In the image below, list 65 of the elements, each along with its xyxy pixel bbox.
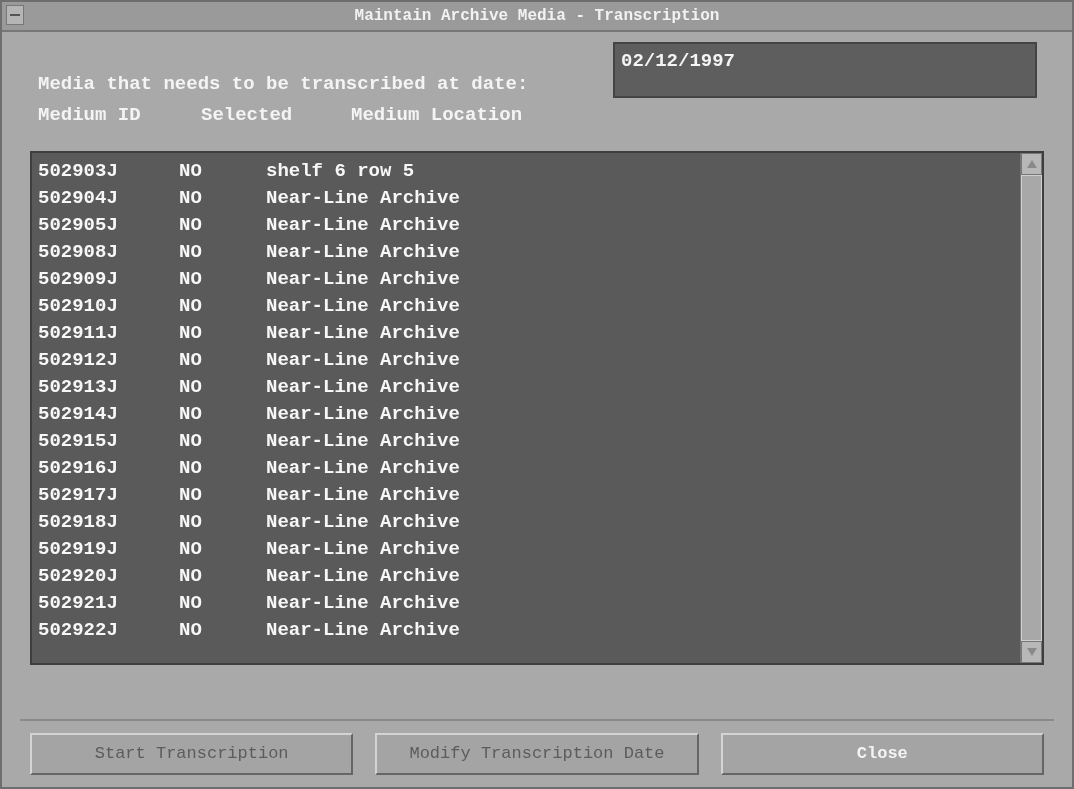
table-cell-text: 502918J [38, 510, 119, 536]
table-cell-text: 502914J [38, 402, 119, 428]
table-cell-text: 502905J [38, 213, 119, 239]
scroll-down-icon[interactable] [1021, 641, 1042, 663]
column-header: Medium ID [38, 102, 142, 128]
table-cell-text: Near-Line Archive [266, 591, 461, 617]
table-cell-text: 502917J [38, 483, 119, 509]
table-cell-text: Near-Line Archive [266, 618, 461, 644]
table-cell-text: NO [179, 159, 203, 185]
table-cell-text: NO [179, 294, 203, 320]
dash-icon [10, 14, 20, 16]
table-cell-text: NO [179, 591, 203, 617]
table-cell-text: 502922J [38, 618, 119, 644]
table-cell-text: 502919J [38, 537, 119, 563]
table-cell-text: 502911J [38, 321, 119, 347]
table-cell-text: NO [179, 240, 203, 266]
table-cell-text: Near-Line Archive [266, 240, 461, 266]
table-cell-text: NO [179, 429, 203, 455]
date-prompt: Media that needs to be transcribed at date: [38, 72, 530, 97]
table-cell-text: NO [179, 321, 203, 347]
table-cell-text: NO [179, 510, 203, 536]
table-cell-text: Near-Line Archive [266, 375, 461, 401]
table-cell-text: NO [179, 267, 203, 293]
table-cell-text: NO [179, 537, 203, 563]
table-cell-text: 502910J [38, 294, 119, 320]
table-cell-text: NO [179, 564, 203, 590]
table-cell-text: 502909J [38, 267, 119, 293]
table-cell-text: 502915J [38, 429, 119, 455]
table-cell-text: shelf 6 row 5 [266, 159, 416, 185]
table-cell-text: NO [179, 618, 203, 644]
table-cell-text: Near-Line Archive [266, 483, 461, 509]
table-cell-text: NO [179, 348, 203, 374]
table-cell-text: 502908J [38, 240, 119, 266]
table-cell-text: 502920J [38, 564, 119, 590]
window-title: Maintain Archive Media - Transcription [354, 6, 720, 27]
table-cell-text: NO [179, 483, 203, 509]
table-cell-text: NO [179, 213, 203, 239]
table-cell-text: Near-Line Archive [266, 267, 461, 293]
scroll-up-icon[interactable] [1021, 153, 1042, 175]
table-cell-text: Near-Line Archive [266, 564, 461, 590]
column-header: Medium Location [351, 102, 524, 128]
date-field[interactable]: 02/12/1997 [613, 42, 1037, 98]
table-cell-text: 502912J [38, 348, 119, 374]
table-cell-text: Near-Line Archive [266, 213, 461, 239]
table-cell-text: 502913J [38, 375, 119, 401]
action-button[interactable]: Close [720, 733, 1044, 775]
table-cell-text: Near-Line Archive [266, 294, 461, 320]
table-cell-text: 502904J [38, 186, 119, 212]
table-cell-text: Near-Line Archive [266, 348, 461, 374]
table-cell-text: NO [179, 186, 203, 212]
table-cell-text: Near-Line Archive [266, 429, 461, 455]
table-cell-text: 502916J [38, 456, 119, 482]
table-cell-text: NO [179, 402, 203, 428]
table-cell-text: Near-Line Archive [266, 537, 461, 563]
table-cell-text: 502921J [38, 591, 119, 617]
table-cell-text: Near-Line Archive [266, 321, 461, 347]
table-cell-text: Near-Line Archive [266, 456, 461, 482]
table-cell-text: 502903J [38, 159, 119, 185]
column-header: Selected [201, 102, 294, 128]
table-cell-text: NO [179, 375, 203, 401]
table-cell-text: Near-Line Archive [266, 402, 461, 428]
table-cell-text: NO [179, 456, 203, 482]
table-cell-text: Near-Line Archive [266, 186, 461, 212]
window-menu-button[interactable] [6, 5, 24, 25]
table-cell-text: Near-Line Archive [266, 510, 461, 536]
